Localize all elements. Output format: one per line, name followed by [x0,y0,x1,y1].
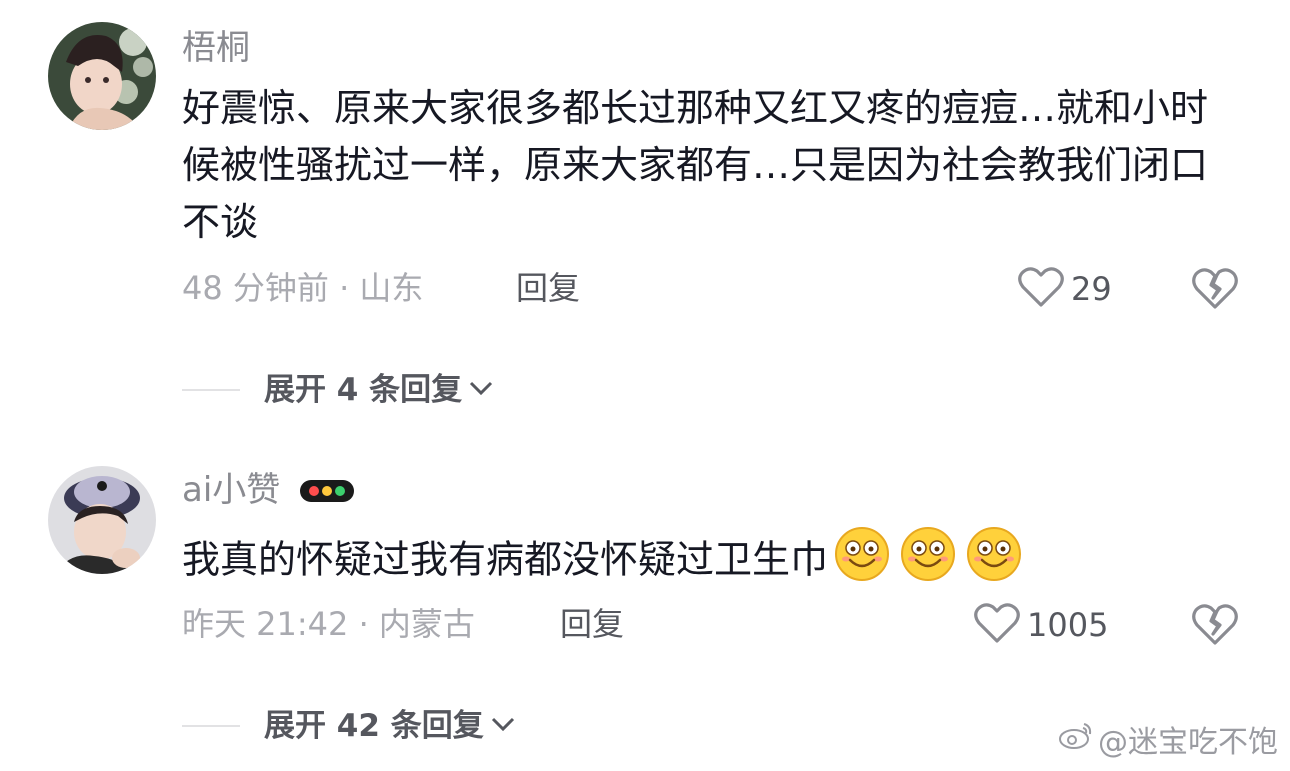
like-button[interactable]: 1005 [973,601,1108,649]
avatar[interactable] [48,466,156,574]
like-button[interactable]: 29 [1017,265,1112,313]
comment-1: 梧桐 好震惊、原来大家很多都长过那种又红又疼的痘痘…就和小时候被性骚扰过一样，原… [0,0,1290,430]
like-count: 29 [1071,270,1112,308]
reply-button[interactable]: 回复 [560,604,624,644]
chevron-down-icon [468,379,494,401]
fan-badge-icon [299,470,355,514]
comment-meta: 48 分钟前 · 山东 [182,269,424,307]
comment-meta: 昨天 21:42 · 内蒙古 [182,605,475,643]
expand-replies-button[interactable]: 展开 42 条回复 [182,706,516,746]
heart-icon [1017,265,1065,313]
expand-replies-label: 展开 4 条回复 [264,372,463,408]
expand-replies-button[interactable]: 展开 4 条回复 [182,370,494,410]
dislike-button[interactable] [1191,265,1239,315]
like-count: 1005 [1027,606,1109,644]
reply-button[interactable]: 回复 [516,268,580,308]
smile-emoji-icon [834,526,890,598]
broken-heart-icon [1191,604,1239,651]
watermark: @迷宝吃不饱 [1058,717,1278,761]
smile-emoji-icon [900,526,956,598]
username[interactable]: ai小赞 [182,468,355,514]
username[interactable]: 梧桐 [182,26,250,70]
avatar[interactable] [48,22,156,130]
expand-replies-label: 展开 42 条回复 [264,708,484,744]
comment-text: 好震惊、原来大家很多都长过那种又红又疼的痘痘…就和小时候被性骚扰过一样，原来大家… [182,86,1209,244]
watermark-text: @迷宝吃不饱 [1098,725,1278,760]
weibo-logo-icon [1058,720,1094,758]
dislike-button[interactable] [1191,601,1239,651]
comment-text: 我真的怀疑过我有病都没怀疑过卫生巾 [182,526,1242,598]
chevron-down-icon [490,715,516,737]
heart-icon [973,601,1021,649]
divider-line [182,389,240,391]
divider-line [182,725,240,727]
smile-emoji-icon [966,526,1022,598]
broken-heart-icon [1191,268,1239,315]
comment-text-content: 我真的怀疑过我有病都没怀疑过卫生巾 [182,537,829,582]
username-label: ai小赞 [182,470,281,510]
